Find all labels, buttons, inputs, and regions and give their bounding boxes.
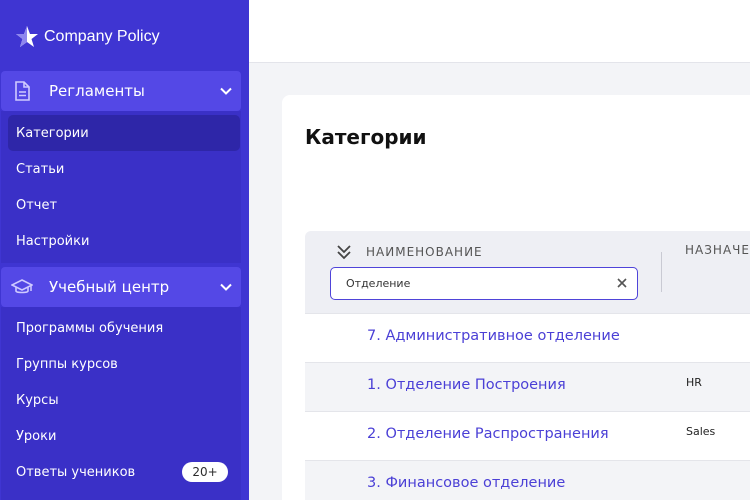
page-title: Категории bbox=[305, 125, 427, 149]
row-name-link[interactable]: 3. Финансовое отделение bbox=[367, 475, 565, 491]
table-header: НАИМЕНОВАНИЕ НАЗНАЧЕН bbox=[305, 231, 750, 313]
brand-title: Company Policy bbox=[44, 28, 160, 45]
table-row[interactable]: 1. Отделение Построения HR bbox=[305, 362, 750, 411]
star-icon bbox=[16, 26, 38, 47]
filter-field[interactable] bbox=[330, 267, 638, 300]
nav-group-label: Учебный центр bbox=[49, 278, 170, 296]
table-row[interactable]: 2. Отделение Распространения Sales bbox=[305, 411, 750, 460]
brand[interactable]: Company Policy bbox=[14, 22, 160, 52]
table-row[interactable]: 3. Финансовое отделение bbox=[305, 460, 750, 500]
column-header-assignment[interactable]: НАЗНАЧЕН bbox=[685, 243, 750, 257]
sidebar-item-report[interactable]: Отчет bbox=[8, 187, 240, 223]
row-name-link[interactable]: 7. Административное отделение bbox=[367, 328, 620, 344]
graduation-cap-icon bbox=[11, 276, 33, 298]
sidebar-item-lessons[interactable]: Уроки bbox=[8, 418, 240, 454]
chevron-down-icon bbox=[220, 87, 232, 95]
row-name-link[interactable]: 1. Отделение Построения bbox=[367, 377, 566, 393]
sidebar-item-settings[interactable]: Настройки bbox=[8, 223, 240, 259]
nav-group-regulations[interactable]: Регламенты bbox=[1, 71, 241, 111]
column-header-name[interactable]: НАИМЕНОВАНИЕ bbox=[366, 245, 483, 259]
count-badge: 20+ bbox=[182, 462, 228, 482]
column-divider bbox=[661, 252, 662, 292]
top-bar bbox=[249, 0, 750, 63]
nav-group-label: Регламенты bbox=[49, 82, 145, 100]
sort-icon[interactable] bbox=[335, 243, 353, 261]
sidebar: Company Policy Регламенты Категории Стат… bbox=[0, 0, 249, 500]
row-assignment: Sales bbox=[686, 425, 716, 438]
sidebar-item-student-answers[interactable]: Ответы учеников 20+ bbox=[8, 454, 240, 490]
row-assignment: HR bbox=[686, 376, 702, 389]
sidebar-item-categories[interactable]: Категории bbox=[8, 115, 240, 151]
chevron-down-icon bbox=[220, 283, 232, 291]
filter-input[interactable] bbox=[346, 277, 596, 290]
sidebar-item-programs[interactable]: Программы обучения bbox=[8, 310, 240, 346]
row-name-link[interactable]: 2. Отделение Распространения bbox=[367, 426, 609, 442]
sidebar-item-courses[interactable]: Курсы bbox=[8, 382, 240, 418]
sidebar-item-articles[interactable]: Статьи bbox=[8, 151, 240, 187]
sidebar-item-label: Ответы учеников bbox=[16, 464, 136, 480]
document-icon bbox=[11, 80, 33, 102]
sidebar-item-course-groups[interactable]: Группы курсов bbox=[8, 346, 240, 382]
clear-icon[interactable] bbox=[615, 276, 629, 290]
nav-group-training[interactable]: Учебный центр bbox=[1, 267, 241, 307]
content-card: Категории НАИМЕНОВАНИЕ НАЗНАЧЕН 7. Админ… bbox=[282, 95, 750, 500]
table-row[interactable]: 7. Административное отделение bbox=[305, 313, 750, 362]
